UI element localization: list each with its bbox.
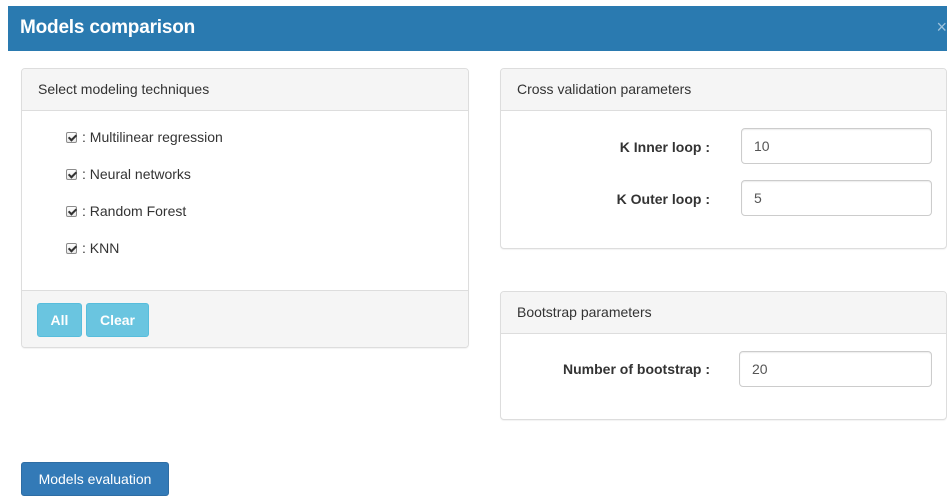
k-inner-loop-input[interactable]: 10 bbox=[741, 128, 932, 164]
technique-item-neural-networks[interactable]: : Neural networks bbox=[66, 166, 223, 203]
select-all-button[interactable]: All bbox=[37, 303, 82, 337]
clear-button[interactable]: Clear bbox=[86, 303, 149, 337]
checkbox-checked-icon[interactable] bbox=[66, 132, 77, 143]
technique-item-multilinear-regression[interactable]: : Multilinear regression bbox=[66, 129, 223, 166]
techniques-panel-footer: All Clear bbox=[22, 290, 468, 347]
checkbox-checked-icon[interactable] bbox=[66, 243, 77, 254]
bootstrap-panel: Bootstrap parameters Number of bootstrap… bbox=[500, 291, 947, 420]
close-icon[interactable]: × bbox=[936, 17, 947, 37]
cross-validation-panel-heading: Cross validation parameters bbox=[501, 69, 946, 111]
technique-item-knn[interactable]: : KNN bbox=[66, 240, 223, 277]
dialog-title: Models comparison bbox=[20, 17, 196, 38]
technique-item-random-forest[interactable]: : Random Forest bbox=[66, 203, 223, 240]
techniques-list: : Multilinear regression : Neural networ… bbox=[66, 129, 223, 277]
bootstrap-panel-heading: Bootstrap parameters bbox=[501, 292, 946, 334]
k-inner-loop-label: K Inner loop : bbox=[619, 139, 710, 155]
number-of-bootstrap-label: Number of bootstrap : bbox=[563, 361, 710, 377]
k-outer-loop-input[interactable]: 5 bbox=[741, 180, 932, 216]
cross-validation-panel: Cross validation parameters K Inner loop… bbox=[500, 68, 947, 249]
dialog-header: Models comparison × bbox=[8, 6, 947, 51]
number-of-bootstrap-input[interactable]: 20 bbox=[739, 351, 932, 387]
checkbox-checked-icon[interactable] bbox=[66, 169, 77, 180]
technique-label: : KNN bbox=[82, 240, 120, 256]
technique-label: : Neural networks bbox=[82, 166, 191, 182]
k-outer-loop-label: K Outer loop : bbox=[616, 191, 710, 207]
technique-label: : Random Forest bbox=[82, 203, 187, 219]
models-evaluation-button[interactable]: Models evaluation bbox=[21, 462, 169, 496]
techniques-panel-heading: Select modeling techniques bbox=[22, 69, 468, 111]
technique-label: : Multilinear regression bbox=[82, 129, 223, 145]
checkbox-checked-icon[interactable] bbox=[66, 206, 77, 217]
techniques-panel: Select modeling techniques : Multilinear… bbox=[21, 68, 469, 348]
